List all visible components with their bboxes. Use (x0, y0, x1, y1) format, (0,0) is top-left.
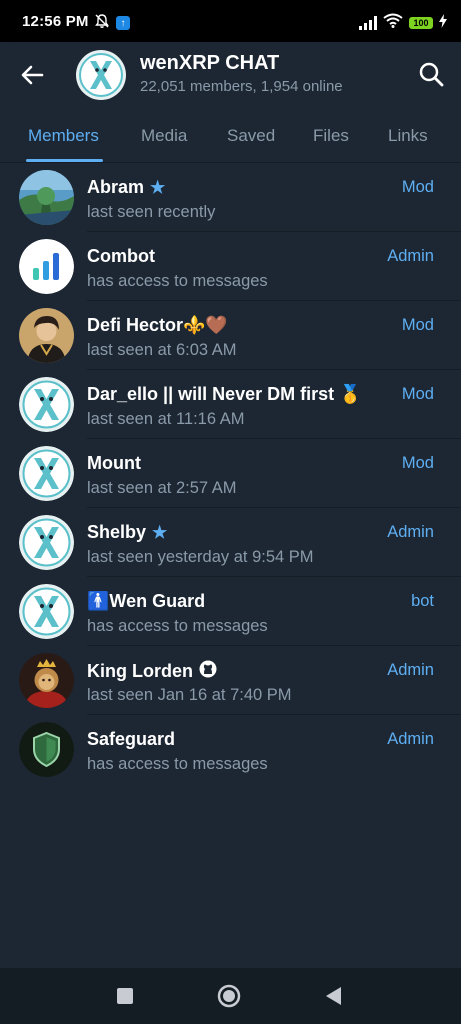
recent-apps-button[interactable] (113, 984, 137, 1008)
tab-members[interactable]: Members (28, 126, 99, 146)
member-status: last seen yesterday at 9:54 PM (87, 548, 314, 566)
member-role: Admin (387, 247, 434, 265)
member-status: has access to messages (87, 272, 268, 290)
github-icon (199, 660, 217, 683)
tab-bar: Members Media Saved Files Links (0, 114, 461, 163)
star-icon: ★ (150, 177, 166, 197)
member-status: last seen at 2:57 AM (87, 479, 237, 497)
member-row[interactable]: Dar_ello || will Never DM first 🥇 last s… (0, 370, 461, 439)
member-name: Abram ★ (87, 177, 165, 198)
search-icon (419, 62, 444, 87)
member-row[interactable]: Shelby ★ last seen yesterday at 9:54 PM … (0, 508, 461, 577)
star-icon: ★ (152, 522, 168, 542)
tab-media[interactable]: Media (141, 126, 187, 146)
members-list: Abram ★ last seen recently Mod Combot ha… (0, 163, 461, 784)
avatar (19, 377, 74, 432)
member-name: Defi Hector⚜️🤎 (87, 315, 228, 336)
member-name: Safeguard (87, 729, 175, 750)
chat-member-count: 22,051 members, 1,954 online (140, 78, 343, 95)
charging-icon (439, 13, 447, 32)
chat-title: wenXRP CHAT (140, 52, 280, 74)
tab-links[interactable]: Links (388, 126, 428, 146)
circle-icon (217, 984, 241, 1008)
member-status: has access to messages (87, 755, 268, 773)
member-row[interactable]: King Lorden last seen Jan 16 at 7:40 PM … (0, 646, 461, 715)
member-name: King Lorden (87, 660, 217, 683)
avatar (19, 446, 74, 501)
home-button[interactable] (217, 984, 241, 1008)
member-status: last seen recently (87, 203, 216, 221)
member-name-text: Dar_ello || will Never DM first 🥇 (87, 384, 362, 404)
member-role: Mod (401, 316, 434, 334)
member-name-text: Combot (87, 246, 155, 266)
avatar (19, 515, 74, 570)
member-name-text: Shelby (87, 522, 147, 542)
signal-icon (359, 15, 377, 30)
member-role: Admin (387, 661, 434, 679)
member-role: bot (411, 592, 434, 610)
member-name: Mount (87, 453, 141, 474)
member-name-text: Defi Hector⚜️🤎 (87, 315, 228, 335)
app-update-icon: ↑ (116, 16, 130, 30)
member-name: 🚹Wen Guard (87, 591, 205, 612)
back-arrow-icon (21, 65, 44, 85)
square-icon (117, 988, 133, 1004)
member-name: Shelby ★ (87, 522, 167, 543)
battery-icon: 100 (409, 16, 433, 29)
chat-avatar[interactable] (76, 50, 126, 100)
member-name: Combot (87, 246, 155, 267)
member-name-text: Safeguard (87, 729, 176, 749)
member-name-text: Abram (87, 177, 145, 197)
member-name-text: 🚹Wen Guard (87, 591, 206, 611)
member-row[interactable]: Safeguard has access to messages Admin (0, 715, 461, 784)
member-status: has access to messages (87, 617, 268, 635)
member-role: Mod (401, 178, 434, 196)
member-role: Mod (401, 385, 434, 403)
avatar (19, 170, 74, 225)
member-status: last seen Jan 16 at 7:40 PM (87, 686, 292, 704)
mute-notification-icon (94, 13, 110, 33)
back-nav-button[interactable] (322, 984, 346, 1008)
member-row[interactable]: 🚹Wen Guard has access to messages bot (0, 577, 461, 646)
search-button[interactable] (417, 60, 445, 88)
active-tab-indicator (26, 159, 103, 162)
tab-saved[interactable]: Saved (227, 126, 275, 146)
member-role: Mod (401, 454, 434, 472)
member-role: Admin (387, 523, 434, 541)
avatar (19, 308, 74, 363)
avatar (19, 653, 74, 708)
status-time: 12:56 PM (22, 13, 89, 30)
chat-header: wenXRP CHAT 22,051 members, 1,954 online… (0, 42, 461, 163)
member-row[interactable]: Combot has access to messages Admin (0, 232, 461, 301)
member-row[interactable]: Defi Hector⚜️🤎 last seen at 6:03 AM Mod (0, 301, 461, 370)
tab-files[interactable]: Files (313, 126, 349, 146)
member-name: Dar_ello || will Never DM first 🥇 (87, 384, 362, 405)
avatar (19, 722, 74, 777)
back-button[interactable] (18, 60, 48, 90)
member-name-text: Mount (87, 453, 141, 473)
app-window: 12:56 PM ↑ 100 wenXRP CHAT 22,051 member… (0, 0, 461, 1024)
member-status: last seen at 11:16 AM (87, 410, 245, 428)
triangle-back-icon (326, 987, 341, 1005)
avatar (19, 239, 74, 294)
status-bar: 12:56 PM ↑ 100 (0, 0, 461, 42)
member-row[interactable]: Mount last seen at 2:57 AM Mod (0, 439, 461, 508)
member-name-text: King Lorden (87, 661, 193, 681)
wifi-icon (383, 13, 403, 32)
member-role: Admin (387, 730, 434, 748)
avatar (19, 584, 74, 639)
member-row[interactable]: Abram ★ last seen recently Mod (0, 163, 461, 232)
system-nav-bar (0, 968, 461, 1024)
member-status: last seen at 6:03 AM (87, 341, 237, 359)
